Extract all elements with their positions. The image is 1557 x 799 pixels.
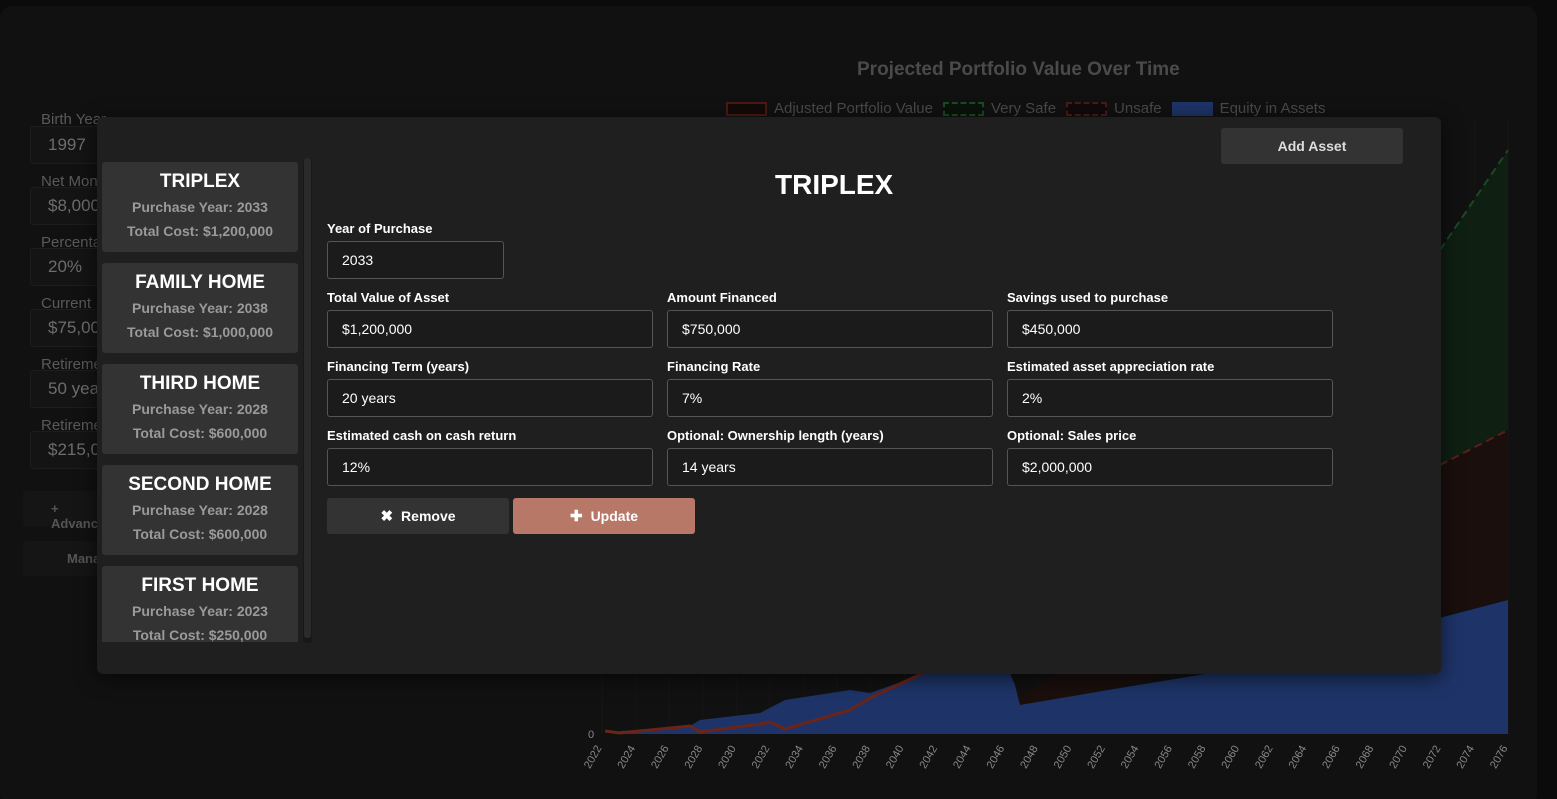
total-value-label: Total Value of Asset [327,290,450,305]
appreciation-rate-label: Estimated asset appreciation rate [1007,359,1215,374]
amount-financed-input[interactable] [667,310,993,348]
sales-price-field: Optional: Sales price [1007,428,1333,486]
asset-card-triplex[interactable]: TRIPLEX Purchase Year: 2033 Total Cost: … [102,162,298,252]
asset-total-cost: Total Cost: $250,000 [132,627,268,642]
savings-used-label: Savings used to purchase [1007,290,1169,305]
x-tick-label: 2074 [1454,744,1477,771]
financing-rate-field: Financing Rate [667,359,993,417]
financing-rate-input[interactable] [667,379,993,417]
total-value-field: Total Value of Asset [327,290,653,348]
ownership-length-field: Optional: Ownership length (years) [667,428,993,486]
ownership-length-input[interactable] [667,448,993,486]
asset-purchase-year: Purchase Year: 2033 [132,199,268,215]
asset-modal: TRIPLEX Purchase Year: 2033 Total Cost: … [97,117,1441,674]
remove-button[interactable]: ✖ Remove [327,498,509,534]
amount-financed-field: Amount Financed [667,290,993,348]
x-tick-label: 2026 [649,744,672,771]
savings-used-input[interactable] [1007,310,1333,348]
x-tick-label: 2056 [1152,744,1175,771]
asset-total-cost: Total Cost: $600,000 [132,526,268,542]
x-tick-label: 2040 [884,744,907,771]
app-root: Birth Year 1997 Net Monthly $8,000 Perce… [0,0,1557,799]
financing-term-input[interactable] [327,379,653,417]
cash-on-cash-label: Estimated cash on cash return [327,428,517,443]
asset-list: TRIPLEX Purchase Year: 2033 Total Cost: … [102,162,298,642]
x-tick-label: 2032 [750,744,773,771]
x-tick-label: 2062 [1253,744,1276,771]
x-tick-label: 2052 [1085,744,1108,771]
add-asset-button[interactable]: Add Asset [1221,128,1403,164]
x-tick-label: 2050 [1052,744,1075,771]
x-tick-label: 2044 [951,744,974,771]
cash-on-cash-input[interactable] [327,448,653,486]
x-tick-label: 2042 [918,744,941,771]
x-tick-label: 2054 [1119,744,1142,771]
x-tick-label: 2022 [582,744,605,771]
financing-rate-label: Financing Rate [667,359,761,374]
asset-name: SECOND HOME [128,474,272,495]
amount-financed-label: Amount Financed [667,290,777,305]
appreciation-rate-field: Estimated asset appreciation rate [1007,359,1333,417]
x-tick-label: 2030 [716,744,739,771]
x-tick-label: 2064 [1287,744,1310,771]
financing-term-label: Financing Term (years) [327,359,470,374]
asset-purchase-year: Purchase Year: 2038 [132,300,268,316]
x-tick-label: 2072 [1421,744,1444,771]
asset-card-second-home[interactable]: SECOND HOME Purchase Year: 2028 Total Co… [102,465,298,555]
asset-purchase-year: Purchase Year: 2023 [132,603,268,619]
x-icon: ✖ [380,508,394,525]
sales-price-input[interactable] [1007,448,1333,486]
update-button[interactable]: ✚ Update [513,498,695,534]
x-tick-label: 2036 [817,744,840,771]
x-tick-label: 2058 [1186,744,1209,771]
asset-card-third-home[interactable]: THIRD HOME Purchase Year: 2028 Total Cos… [102,364,298,454]
asset-name: FAMILY HOME [135,272,265,293]
x-tick-label: 2034 [783,744,806,771]
ownership-length-label: Optional: Ownership length (years) [667,428,884,443]
savings-used-field: Savings used to purchase [1007,290,1333,348]
financing-term-field: Financing Term (years) [327,359,653,417]
asset-name: THIRD HOME [139,373,261,394]
year-of-purchase-field: Year of Purchase [327,221,504,279]
chart-title: Projected Portfolio Value Over Time [857,59,1180,80]
asset-total-cost: Total Cost: $1,200,000 [126,223,274,239]
appreciation-rate-input[interactable] [1007,379,1333,417]
asset-name: TRIPLEX [159,171,241,192]
asset-name: FIRST HOME [141,575,259,596]
asset-card-first-home[interactable]: FIRST HOME Purchase Year: 2023 Total Cos… [102,566,298,642]
x-tick-label: 2076 [1488,744,1511,771]
x-tick-label: 2038 [850,744,873,771]
modal-title: TRIPLEX [775,169,894,200]
asset-purchase-year: Purchase Year: 2028 [132,502,268,518]
x-tick-label: 2028 [683,744,706,771]
total-value-input[interactable] [327,310,653,348]
asset-card-family-home[interactable]: FAMILY HOME Purchase Year: 2038 Total Co… [102,263,298,353]
asset-total-cost: Total Cost: $1,000,000 [126,324,274,340]
x-tick-label: 2024 [616,744,639,771]
asset-total-cost: Total Cost: $600,000 [132,425,268,441]
x-tick-label: 2048 [1018,744,1041,771]
x-axis-ticks: 2022 2024 2026 2028 2030 2032 2034 2036 2038 2040… [582,744,1511,771]
year-of-purchase-label: Year of Purchase [327,221,433,236]
x-tick-label: 2066 [1320,744,1343,771]
x-tick-label: 2060 [1220,744,1243,771]
asset-purchase-year: Purchase Year: 2028 [132,401,268,417]
asset-list-scrollbar[interactable] [303,158,312,643]
sales-price-label: Optional: Sales price [1007,428,1137,443]
cash-on-cash-field: Estimated cash on cash return [327,428,653,486]
plus-icon: ✚ [569,508,583,525]
x-tick-label: 2046 [985,744,1008,771]
x-tick-label: 2070 [1387,744,1410,771]
remove-label: Remove [401,508,456,524]
update-label: Update [590,508,639,524]
x-tick-label: 2068 [1354,744,1377,771]
scrollbar-thumb[interactable] [304,158,311,638]
y-tick-0: 0 [588,729,594,741]
year-of-purchase-input[interactable] [327,241,504,279]
